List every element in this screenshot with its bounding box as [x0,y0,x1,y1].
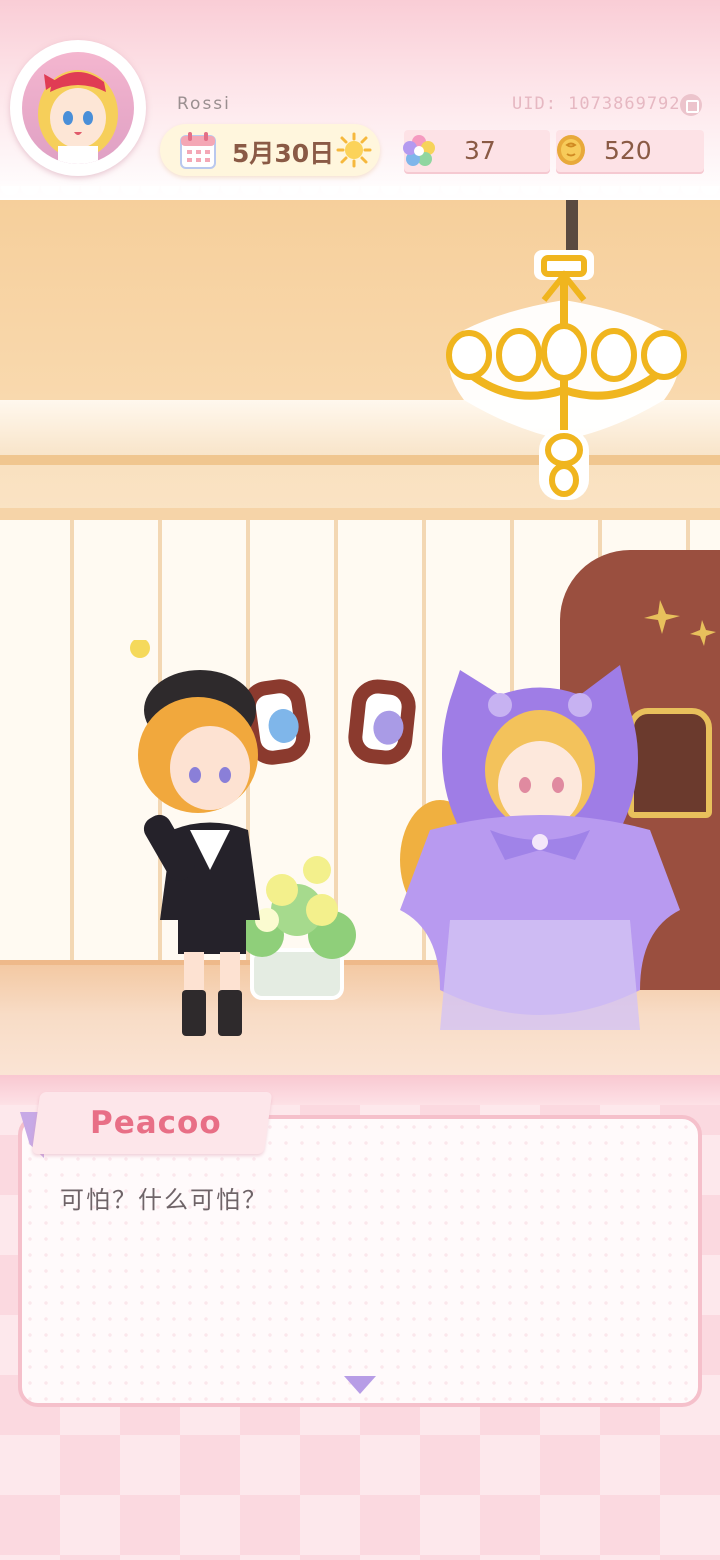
player-name: Rossi [177,94,231,114]
player-uid: UID: 1073869792 [512,94,681,114]
npc-peacoo-character[interactable] [390,660,690,1040]
chandelier-icon [446,250,687,500]
star-decoration-icon [644,600,716,646]
gold-coin-icon [557,135,585,165]
copy-uid-icon[interactable] [680,94,702,116]
coins-value: 520 [604,136,652,165]
stars-value: 37 [464,136,496,165]
speaker-name: Peacoo [90,1105,222,1141]
calendar-icon [180,132,216,169]
rainbow-flower-icon [403,135,435,166]
player-character[interactable] [120,640,320,1040]
dialog-box[interactable] [18,1115,702,1407]
date-label: 5月30日 [232,139,335,168]
avatar-portrait-icon [38,70,118,164]
avatar[interactable] [22,52,134,164]
hud-lace-border [0,186,720,202]
dialog-text: 可怕？什么可怕？ [60,1186,268,1214]
sun-icon [336,132,372,168]
